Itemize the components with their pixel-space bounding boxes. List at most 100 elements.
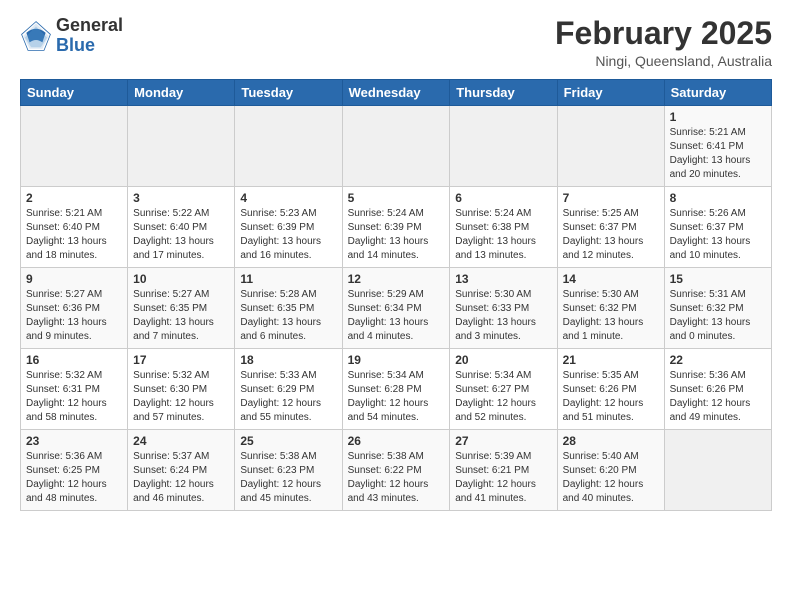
cell-w2-d5: 14 Sunrise: 5:30 AM Sunset: 6:32 PM Dayli… [557, 268, 664, 349]
cell-w1-d4: 6Sunrise: 5:24 AM Sunset: 6:38 PM Daylig… [450, 187, 557, 268]
cell-w2-d0: 9 Sunrise: 5:27 AM Sunset: 6:36 PM Daylig… [21, 268, 128, 349]
cell-w2-d4: 13 Sunrise: 5:30 AM Sunset: 6:33 PM Dayli… [450, 268, 557, 349]
day-info-w4-d0: Sunrise: 5:36 AM Sunset: 6:25 PM Dayligh… [26, 450, 122, 506]
cell-w4-d5: 28 Sunrise: 5:40 AM Sunset: 6:20 PM Dayli… [557, 430, 664, 511]
logo-blue-text: Blue [56, 36, 123, 56]
day-info-w0-d6: Sunrise: 5:21 AM Sunset: 6:41 PM Dayligh… [670, 126, 766, 182]
col-wednesday: Wednesday [342, 80, 450, 106]
day-header-row: Sunday Monday Tuesday Wednesday Thursday… [21, 80, 772, 106]
cell-w4-d4: 27 Sunrise: 5:39 AM Sunset: 6:21 PM Dayli… [450, 430, 557, 511]
cell-w3-d4: 20Sunrise: 5:34 AM Sunset: 6:27 PM Dayli… [450, 349, 557, 430]
cell-w4-d2: 25 Sunrise: 5:38 AM Sunset: 6:23 PM Dayli… [235, 430, 342, 511]
day-num-w2-d1: 10 [133, 272, 229, 286]
cell-w3-d1: 17Sunrise: 5:32 AM Sunset: 6:30 PM Dayli… [128, 349, 235, 430]
day-info-w3-d5: Sunrise: 5:35 AM Sunset: 6:26 PM Dayligh… [563, 369, 659, 425]
cell-w0-d1 [128, 106, 235, 187]
cell-w4-d3: 26Sunrise: 5:38 AM Sunset: 6:22 PM Dayli… [342, 430, 450, 511]
day-info-w1-d4: Sunrise: 5:24 AM Sunset: 6:38 PM Dayligh… [455, 207, 551, 263]
cell-w3-d0: 16 Sunrise: 5:32 AM Sunset: 6:31 PM Dayli… [21, 349, 128, 430]
day-info-w2-d6: Sunrise: 5:31 AM Sunset: 6:32 PM Dayligh… [670, 288, 766, 344]
day-info-w2-d0: Sunrise: 5:27 AM Sunset: 6:36 PM Dayligh… [26, 288, 122, 344]
week-row-3: 16 Sunrise: 5:32 AM Sunset: 6:31 PM Dayli… [21, 349, 772, 430]
location: Ningi, Queensland, Australia [555, 53, 772, 69]
day-info-w3-d1: Sunrise: 5:32 AM Sunset: 6:30 PM Dayligh… [133, 369, 229, 425]
day-num-w2-d0: 9 [26, 272, 122, 286]
col-monday: Monday [128, 80, 235, 106]
cell-w2-d1: 10 Sunrise: 5:27 AM Sunset: 6:35 PM Dayli… [128, 268, 235, 349]
col-saturday: Saturday [664, 80, 771, 106]
cell-w4-d1: 24Sunrise: 5:37 AM Sunset: 6:24 PM Dayli… [128, 430, 235, 511]
day-info-w2-d1: Sunrise: 5:27 AM Sunset: 6:35 PM Dayligh… [133, 288, 229, 344]
day-num-w3-d3: 19 [348, 353, 445, 367]
header: General Blue February 2025 Ningi, Queens… [20, 16, 772, 69]
day-num-w1-d3: 5 [348, 191, 445, 205]
day-num-w2-d5: 14 [563, 272, 659, 286]
cell-w0-d6: 1 Sunrise: 5:21 AM Sunset: 6:41 PM Daylig… [664, 106, 771, 187]
col-tuesday: Tuesday [235, 80, 342, 106]
week-row-2: 9 Sunrise: 5:27 AM Sunset: 6:36 PM Daylig… [21, 268, 772, 349]
day-num-w2-d6: 15 [670, 272, 766, 286]
week-row-1: 2Sunrise: 5:21 AM Sunset: 6:40 PM Daylig… [21, 187, 772, 268]
day-info-w1-d1: Sunrise: 5:22 AM Sunset: 6:40 PM Dayligh… [133, 207, 229, 263]
cell-w3-d6: 22 Sunrise: 5:36 AM Sunset: 6:26 PM Dayli… [664, 349, 771, 430]
day-num-w1-d1: 3 [133, 191, 229, 205]
day-num-w4-d5: 28 [563, 434, 659, 448]
day-info-w4-d5: Sunrise: 5:40 AM Sunset: 6:20 PM Dayligh… [563, 450, 659, 506]
day-info-w3-d3: Sunrise: 5:34 AM Sunset: 6:28 PM Dayligh… [348, 369, 445, 425]
col-sunday: Sunday [21, 80, 128, 106]
title-block: February 2025 Ningi, Queensland, Austral… [555, 16, 772, 69]
day-info-w2-d3: Sunrise: 5:29 AM Sunset: 6:34 PM Dayligh… [348, 288, 445, 344]
cell-w0-d2 [235, 106, 342, 187]
cell-w0-d5 [557, 106, 664, 187]
day-num-w1-d6: 8 [670, 191, 766, 205]
cell-w2-d6: 15 Sunrise: 5:31 AM Sunset: 6:32 PM Dayli… [664, 268, 771, 349]
day-info-w3-d0: Sunrise: 5:32 AM Sunset: 6:31 PM Dayligh… [26, 369, 122, 425]
cell-w0-d4 [450, 106, 557, 187]
day-info-w4-d2: Sunrise: 5:38 AM Sunset: 6:23 PM Dayligh… [240, 450, 336, 506]
cell-w4-d0: 23 Sunrise: 5:36 AM Sunset: 6:25 PM Dayli… [21, 430, 128, 511]
cell-w0-d3 [342, 106, 450, 187]
day-num-w3-d6: 22 [670, 353, 766, 367]
day-info-w1-d2: Sunrise: 5:23 AM Sunset: 6:39 PM Dayligh… [240, 207, 336, 263]
day-num-w1-d5: 7 [563, 191, 659, 205]
day-num-w3-d0: 16 [26, 353, 122, 367]
day-num-w4-d2: 25 [240, 434, 336, 448]
day-num-w2-d3: 12 [348, 272, 445, 286]
day-num-w4-d4: 27 [455, 434, 551, 448]
page: General Blue February 2025 Ningi, Queens… [0, 0, 792, 612]
col-friday: Friday [557, 80, 664, 106]
day-num-w4-d3: 26 [348, 434, 445, 448]
day-num-w3-d4: 20 [455, 353, 551, 367]
day-info-w4-d4: Sunrise: 5:39 AM Sunset: 6:21 PM Dayligh… [455, 450, 551, 506]
cell-w3-d2: 18 Sunrise: 5:33 AM Sunset: 6:29 PM Dayli… [235, 349, 342, 430]
cell-w2-d3: 12 Sunrise: 5:29 AM Sunset: 6:34 PM Dayli… [342, 268, 450, 349]
day-info-w1-d0: Sunrise: 5:21 AM Sunset: 6:40 PM Dayligh… [26, 207, 122, 263]
logo-text: General Blue [56, 16, 123, 56]
cell-w1-d2: 4 Sunrise: 5:23 AM Sunset: 6:39 PM Daylig… [235, 187, 342, 268]
day-num-w2-d4: 13 [455, 272, 551, 286]
cell-w2-d2: 11 Sunrise: 5:28 AM Sunset: 6:35 PM Dayli… [235, 268, 342, 349]
calendar: Sunday Monday Tuesday Wednesday Thursday… [20, 79, 772, 511]
day-num-w2-d2: 11 [240, 272, 336, 286]
day-info-w2-d4: Sunrise: 5:30 AM Sunset: 6:33 PM Dayligh… [455, 288, 551, 344]
day-num-w3-d2: 18 [240, 353, 336, 367]
cell-w1-d3: 5 Sunrise: 5:24 AM Sunset: 6:39 PM Daylig… [342, 187, 450, 268]
calendar-header: Sunday Monday Tuesday Wednesday Thursday… [21, 80, 772, 106]
day-info-w1-d5: Sunrise: 5:25 AM Sunset: 6:37 PM Dayligh… [563, 207, 659, 263]
day-info-w2-d5: Sunrise: 5:30 AM Sunset: 6:32 PM Dayligh… [563, 288, 659, 344]
day-num-w0-d6: 1 [670, 110, 766, 124]
day-info-w2-d2: Sunrise: 5:28 AM Sunset: 6:35 PM Dayligh… [240, 288, 336, 344]
week-row-4: 23 Sunrise: 5:36 AM Sunset: 6:25 PM Dayli… [21, 430, 772, 511]
day-info-w3-d2: Sunrise: 5:33 AM Sunset: 6:29 PM Dayligh… [240, 369, 336, 425]
logo: General Blue [20, 16, 123, 56]
day-info-w3-d6: Sunrise: 5:36 AM Sunset: 6:26 PM Dayligh… [670, 369, 766, 425]
cell-w3-d5: 21Sunrise: 5:35 AM Sunset: 6:26 PM Dayli… [557, 349, 664, 430]
col-thursday: Thursday [450, 80, 557, 106]
day-num-w1-d2: 4 [240, 191, 336, 205]
month-title: February 2025 [555, 16, 772, 51]
calendar-body: 1 Sunrise: 5:21 AM Sunset: 6:41 PM Daylig… [21, 106, 772, 511]
cell-w0-d0 [21, 106, 128, 187]
day-info-w1-d3: Sunrise: 5:24 AM Sunset: 6:39 PM Dayligh… [348, 207, 445, 263]
logo-general-text: General [56, 16, 123, 36]
day-num-w4-d0: 23 [26, 434, 122, 448]
